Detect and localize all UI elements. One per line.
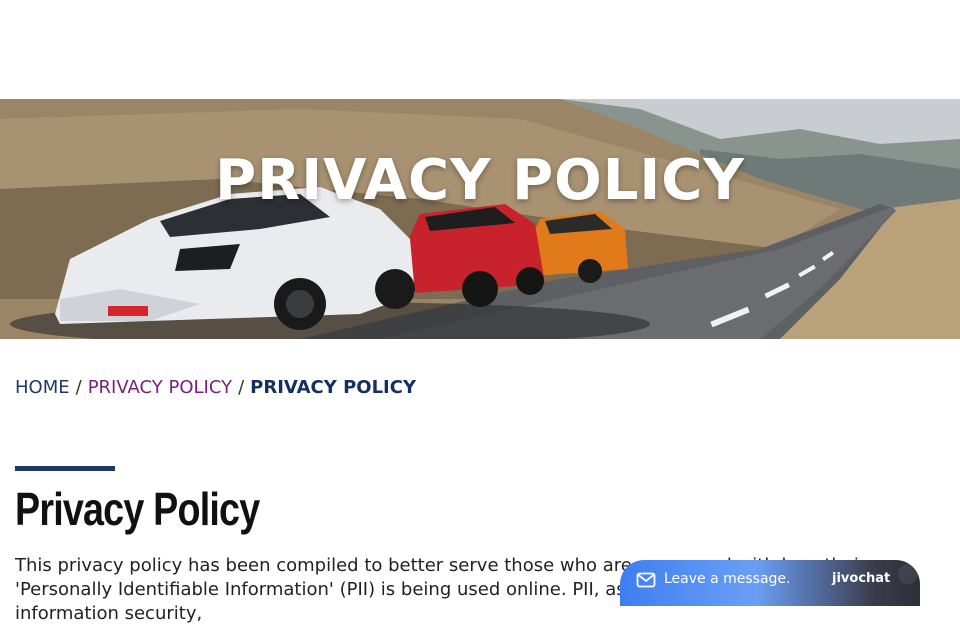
mail-icon — [636, 572, 656, 588]
breadcrumb-separator: / — [238, 377, 245, 398]
breadcrumb-separator: / — [75, 377, 82, 398]
hero-image — [0, 99, 960, 339]
chat-widget-button[interactable]: Leave a message. jivochat — [620, 560, 920, 606]
breadcrumb: HOME / PRIVACY POLICY / PRIVACY POLICY — [15, 377, 416, 398]
chat-brand-logo: jivochat — [832, 571, 891, 586]
hero-banner: PRIVACY POLICY — [0, 99, 960, 339]
breadcrumb-current: PRIVACY POLICY — [250, 377, 416, 398]
header-bar — [0, 0, 960, 99]
breadcrumb-home-link[interactable]: HOME — [15, 377, 70, 398]
breadcrumb-parent-link[interactable]: PRIVACY POLICY — [88, 377, 232, 398]
heading-accent-rule — [15, 466, 115, 471]
page-title: Privacy Policy — [15, 483, 260, 535]
chat-widget-label: Leave a message. — [664, 571, 791, 587]
chat-corner-decoration — [898, 564, 918, 584]
hero-title: PRIVACY POLICY — [215, 148, 745, 213]
